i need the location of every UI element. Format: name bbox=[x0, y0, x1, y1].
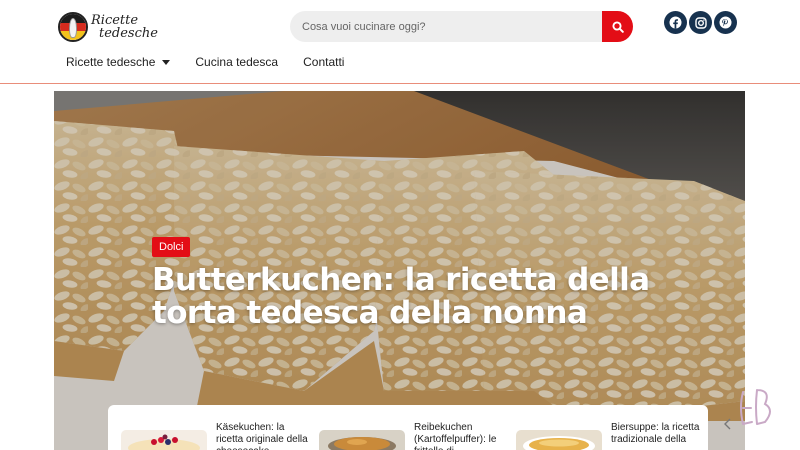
search-bar bbox=[290, 11, 633, 42]
hero-title[interactable]: Butterkuchen: la ricetta della torta ted… bbox=[152, 264, 672, 330]
pinterest-link[interactable] bbox=[714, 11, 737, 34]
nav-item-label: Ricette tedesche bbox=[66, 55, 156, 69]
related-post-thumbnail bbox=[121, 430, 207, 450]
caret-down-icon bbox=[162, 59, 171, 65]
related-post-3[interactable]: Biersuppe: la ricetta tradizionale della bbox=[516, 405, 701, 450]
related-post-2[interactable]: Reibekuchen (Kartoffelpuffer): le fritte… bbox=[319, 405, 504, 450]
chevron-left-icon bbox=[724, 418, 731, 430]
carousel-prev-button[interactable] bbox=[723, 417, 733, 430]
hero-featured-post[interactable]: Dolci Butterkuchen: la ricetta della tor… bbox=[54, 91, 745, 450]
search-input[interactable] bbox=[290, 11, 602, 42]
watermark-logo bbox=[740, 389, 771, 425]
instagram-icon bbox=[694, 16, 707, 29]
facebook-link[interactable] bbox=[664, 11, 687, 34]
site-logo[interactable]: Ricette tedesche bbox=[58, 10, 158, 44]
logo-emblem bbox=[58, 12, 88, 42]
related-post-title[interactable]: Käsekuchen: la ricetta originale della c… bbox=[216, 422, 312, 450]
nav-item-label: Contatti bbox=[303, 55, 345, 69]
logo-wordmark: Ricette tedesche bbox=[91, 14, 158, 40]
related-post-title[interactable]: Reibekuchen (Kartoffelpuffer): le fritte… bbox=[414, 422, 510, 450]
site-header: Ricette tedesche Cosa vuoi cucinare oggi… bbox=[0, 0, 800, 84]
logo-line-2: tedesche bbox=[99, 26, 158, 41]
related-posts-carousel: Käsekuchen: la ricetta originale della c… bbox=[108, 405, 708, 450]
nav-item-contatti[interactable]: Contatti bbox=[303, 55, 344, 69]
facebook-icon bbox=[669, 16, 682, 29]
related-post-thumbnail bbox=[319, 430, 405, 450]
nav-item-cucina-tedesca[interactable]: Cucina tedesca bbox=[195, 55, 278, 69]
category-badge[interactable]: Dolci bbox=[152, 237, 191, 257]
related-post-1[interactable]: Käsekuchen: la ricetta originale della c… bbox=[121, 405, 308, 450]
social-links bbox=[664, 11, 737, 34]
nav-item-ricette-tedesche[interactable]: Ricette tedesche bbox=[66, 55, 171, 69]
search-icon bbox=[611, 20, 624, 33]
nav-item-label: Cucina tedesca bbox=[195, 55, 279, 69]
instagram-link[interactable] bbox=[689, 11, 712, 34]
search-button[interactable] bbox=[602, 11, 633, 42]
pinterest-icon bbox=[719, 16, 732, 29]
related-post-title[interactable]: Biersuppe: la ricetta tradizionale della bbox=[611, 422, 707, 446]
main-nav: Ricette tedesche Cucina tedesca Contatti bbox=[66, 55, 369, 69]
related-post-thumbnail bbox=[516, 430, 602, 450]
